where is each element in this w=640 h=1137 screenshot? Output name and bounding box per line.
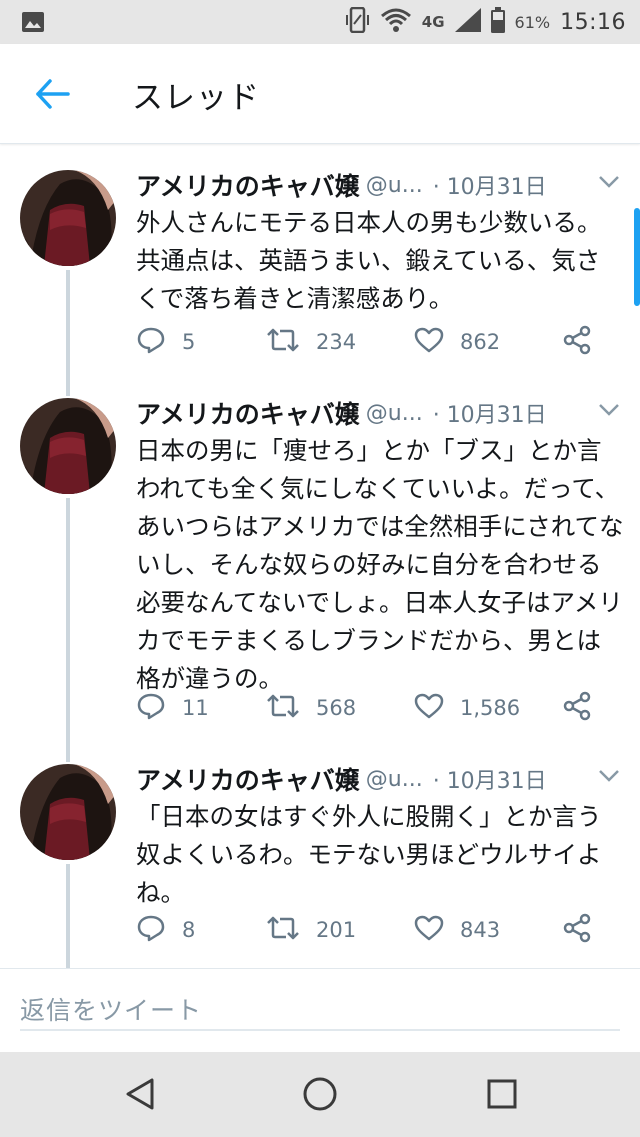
- avatar[interactable]: [20, 398, 116, 494]
- app-header: スレッド: [0, 44, 640, 144]
- tweet-actions: 5 234 862: [136, 322, 620, 362]
- like-button[interactable]: 1,586: [414, 693, 562, 724]
- vibrate-icon: [345, 6, 370, 37]
- status-icons: 4G 61% 15:16: [345, 6, 626, 38]
- retweet-icon: [266, 693, 300, 724]
- clock: 15:16: [560, 9, 626, 35]
- tweet-header: アメリカのキャバ嬢 @u... · 10月31日: [136, 396, 620, 430]
- heart-icon: [414, 915, 444, 946]
- nav-home-button[interactable]: [298, 1074, 342, 1118]
- tweet-actions: 11 568 1,586: [136, 688, 620, 728]
- display-name[interactable]: アメリカのキャバ嬢: [136, 395, 360, 431]
- gallery-notification-icon: [22, 12, 44, 36]
- square-recents-icon: [486, 1078, 518, 1114]
- tweet[interactable]: アメリカのキャバ嬢 @u... · 10月31日 日本の男に「痩せろ」とか「ブス…: [0, 374, 640, 740]
- user-handle[interactable]: @u...: [366, 767, 423, 792]
- battery-level: 61%: [514, 12, 551, 32]
- status-bar: 4G 61% 15:16: [0, 0, 640, 44]
- like-button[interactable]: 862: [414, 327, 562, 358]
- tweet-header: アメリカのキャバ嬢 @u... · 10月31日: [136, 762, 620, 796]
- tweet-date[interactable]: · 10月31日: [433, 763, 547, 795]
- triangle-back-icon: [124, 1077, 156, 1115]
- reply-icon: [136, 692, 166, 725]
- retweet-count: 234: [316, 330, 357, 354]
- reply-icon: [136, 326, 166, 359]
- like-button[interactable]: 843: [414, 915, 562, 946]
- reply-composer: 返信をツイート: [0, 968, 640, 1052]
- thread-line: [66, 498, 70, 740]
- share-icon: [562, 913, 592, 948]
- arrow-left-icon: [34, 78, 70, 114]
- share-button[interactable]: [562, 691, 592, 726]
- reply-button[interactable]: 8: [136, 914, 266, 947]
- tweet-header: アメリカのキャバ嬢 @u... · 10月31日: [136, 168, 620, 202]
- display-name[interactable]: アメリカのキャバ嬢: [136, 167, 360, 203]
- reply-count: 8: [182, 918, 196, 942]
- tweet-text: 外人さんにモテる日本人の男も少数いる。共通点は、英語うまい、鍛えている、気さくで…: [136, 208, 602, 313]
- tweet[interactable]: アメリカのキャバ嬢 @u... · 10月31日 外人さんにモテる日本人の男も少…: [0, 146, 640, 374]
- system-nav-bar: [0, 1052, 640, 1137]
- retweet-icon: [266, 915, 300, 946]
- chevron-down-icon[interactable]: [598, 174, 620, 193]
- user-handle[interactable]: @u...: [366, 173, 423, 198]
- thread-line: [66, 374, 70, 396]
- tweet-thread: アメリカのキャバ嬢 @u... · 10月31日 外人さんにモテる日本人の男も少…: [0, 146, 640, 968]
- share-icon: [562, 325, 592, 360]
- tweet[interactable]: アメリカのキャバ嬢 @u... · 10月31日 「日本の女はすぐ外人に股開く」…: [0, 740, 640, 968]
- nav-back-button[interactable]: [118, 1074, 162, 1118]
- page-title: スレッド: [132, 80, 260, 116]
- tweet-text: 日本の男に「痩せろ」とか「ブス」とか言われても全く気にしなくていいよ。だって、あ…: [136, 436, 624, 693]
- chevron-down-icon[interactable]: [598, 402, 620, 421]
- nav-recents-button[interactable]: [480, 1074, 524, 1118]
- retweet-count: 201: [316, 918, 357, 942]
- like-count: 843: [460, 918, 501, 942]
- tweet-date[interactable]: · 10月31日: [433, 169, 547, 201]
- back-button[interactable]: [28, 74, 76, 118]
- tweet-date[interactable]: · 10月31日: [433, 397, 547, 429]
- like-count: 862: [460, 330, 501, 354]
- reply-icon: [136, 914, 166, 947]
- user-handle[interactable]: @u...: [366, 401, 423, 426]
- display-name[interactable]: アメリカのキャバ嬢: [136, 761, 360, 797]
- retweet-button[interactable]: 201: [266, 915, 414, 946]
- avatar[interactable]: [20, 764, 116, 860]
- share-icon: [562, 691, 592, 726]
- reply-count: 11: [182, 696, 209, 720]
- network-type: 4G: [421, 13, 445, 31]
- tweet-text: 「日本の女はすぐ外人に股開く」とか言う奴よくいるわ。モテない男ほどウルサイよね。: [136, 802, 602, 907]
- heart-icon: [414, 327, 444, 358]
- heart-icon: [414, 693, 444, 724]
- battery-icon: [490, 7, 505, 37]
- reply-button[interactable]: 11: [136, 692, 266, 725]
- chevron-down-icon[interactable]: [598, 768, 620, 787]
- retweet-button[interactable]: 568: [266, 693, 414, 724]
- avatar[interactable]: [20, 170, 116, 266]
- reply-button[interactable]: 5: [136, 326, 266, 359]
- reply-count: 5: [182, 330, 196, 354]
- retweet-icon: [266, 327, 300, 358]
- share-button[interactable]: [562, 325, 592, 360]
- reply-input[interactable]: 返信をツイート: [20, 991, 620, 1031]
- thread-line: [66, 270, 70, 374]
- retweet-button[interactable]: 234: [266, 327, 414, 358]
- wifi-icon: [380, 7, 412, 37]
- thread-line: [66, 864, 70, 968]
- like-count: 1,586: [460, 696, 521, 720]
- circle-home-icon: [302, 1076, 338, 1116]
- retweet-count: 568: [316, 696, 357, 720]
- share-button[interactable]: [562, 913, 592, 948]
- thread-line: [66, 740, 70, 762]
- tweet-actions: 8 201 843: [136, 910, 620, 950]
- signal-icon: [454, 8, 481, 36]
